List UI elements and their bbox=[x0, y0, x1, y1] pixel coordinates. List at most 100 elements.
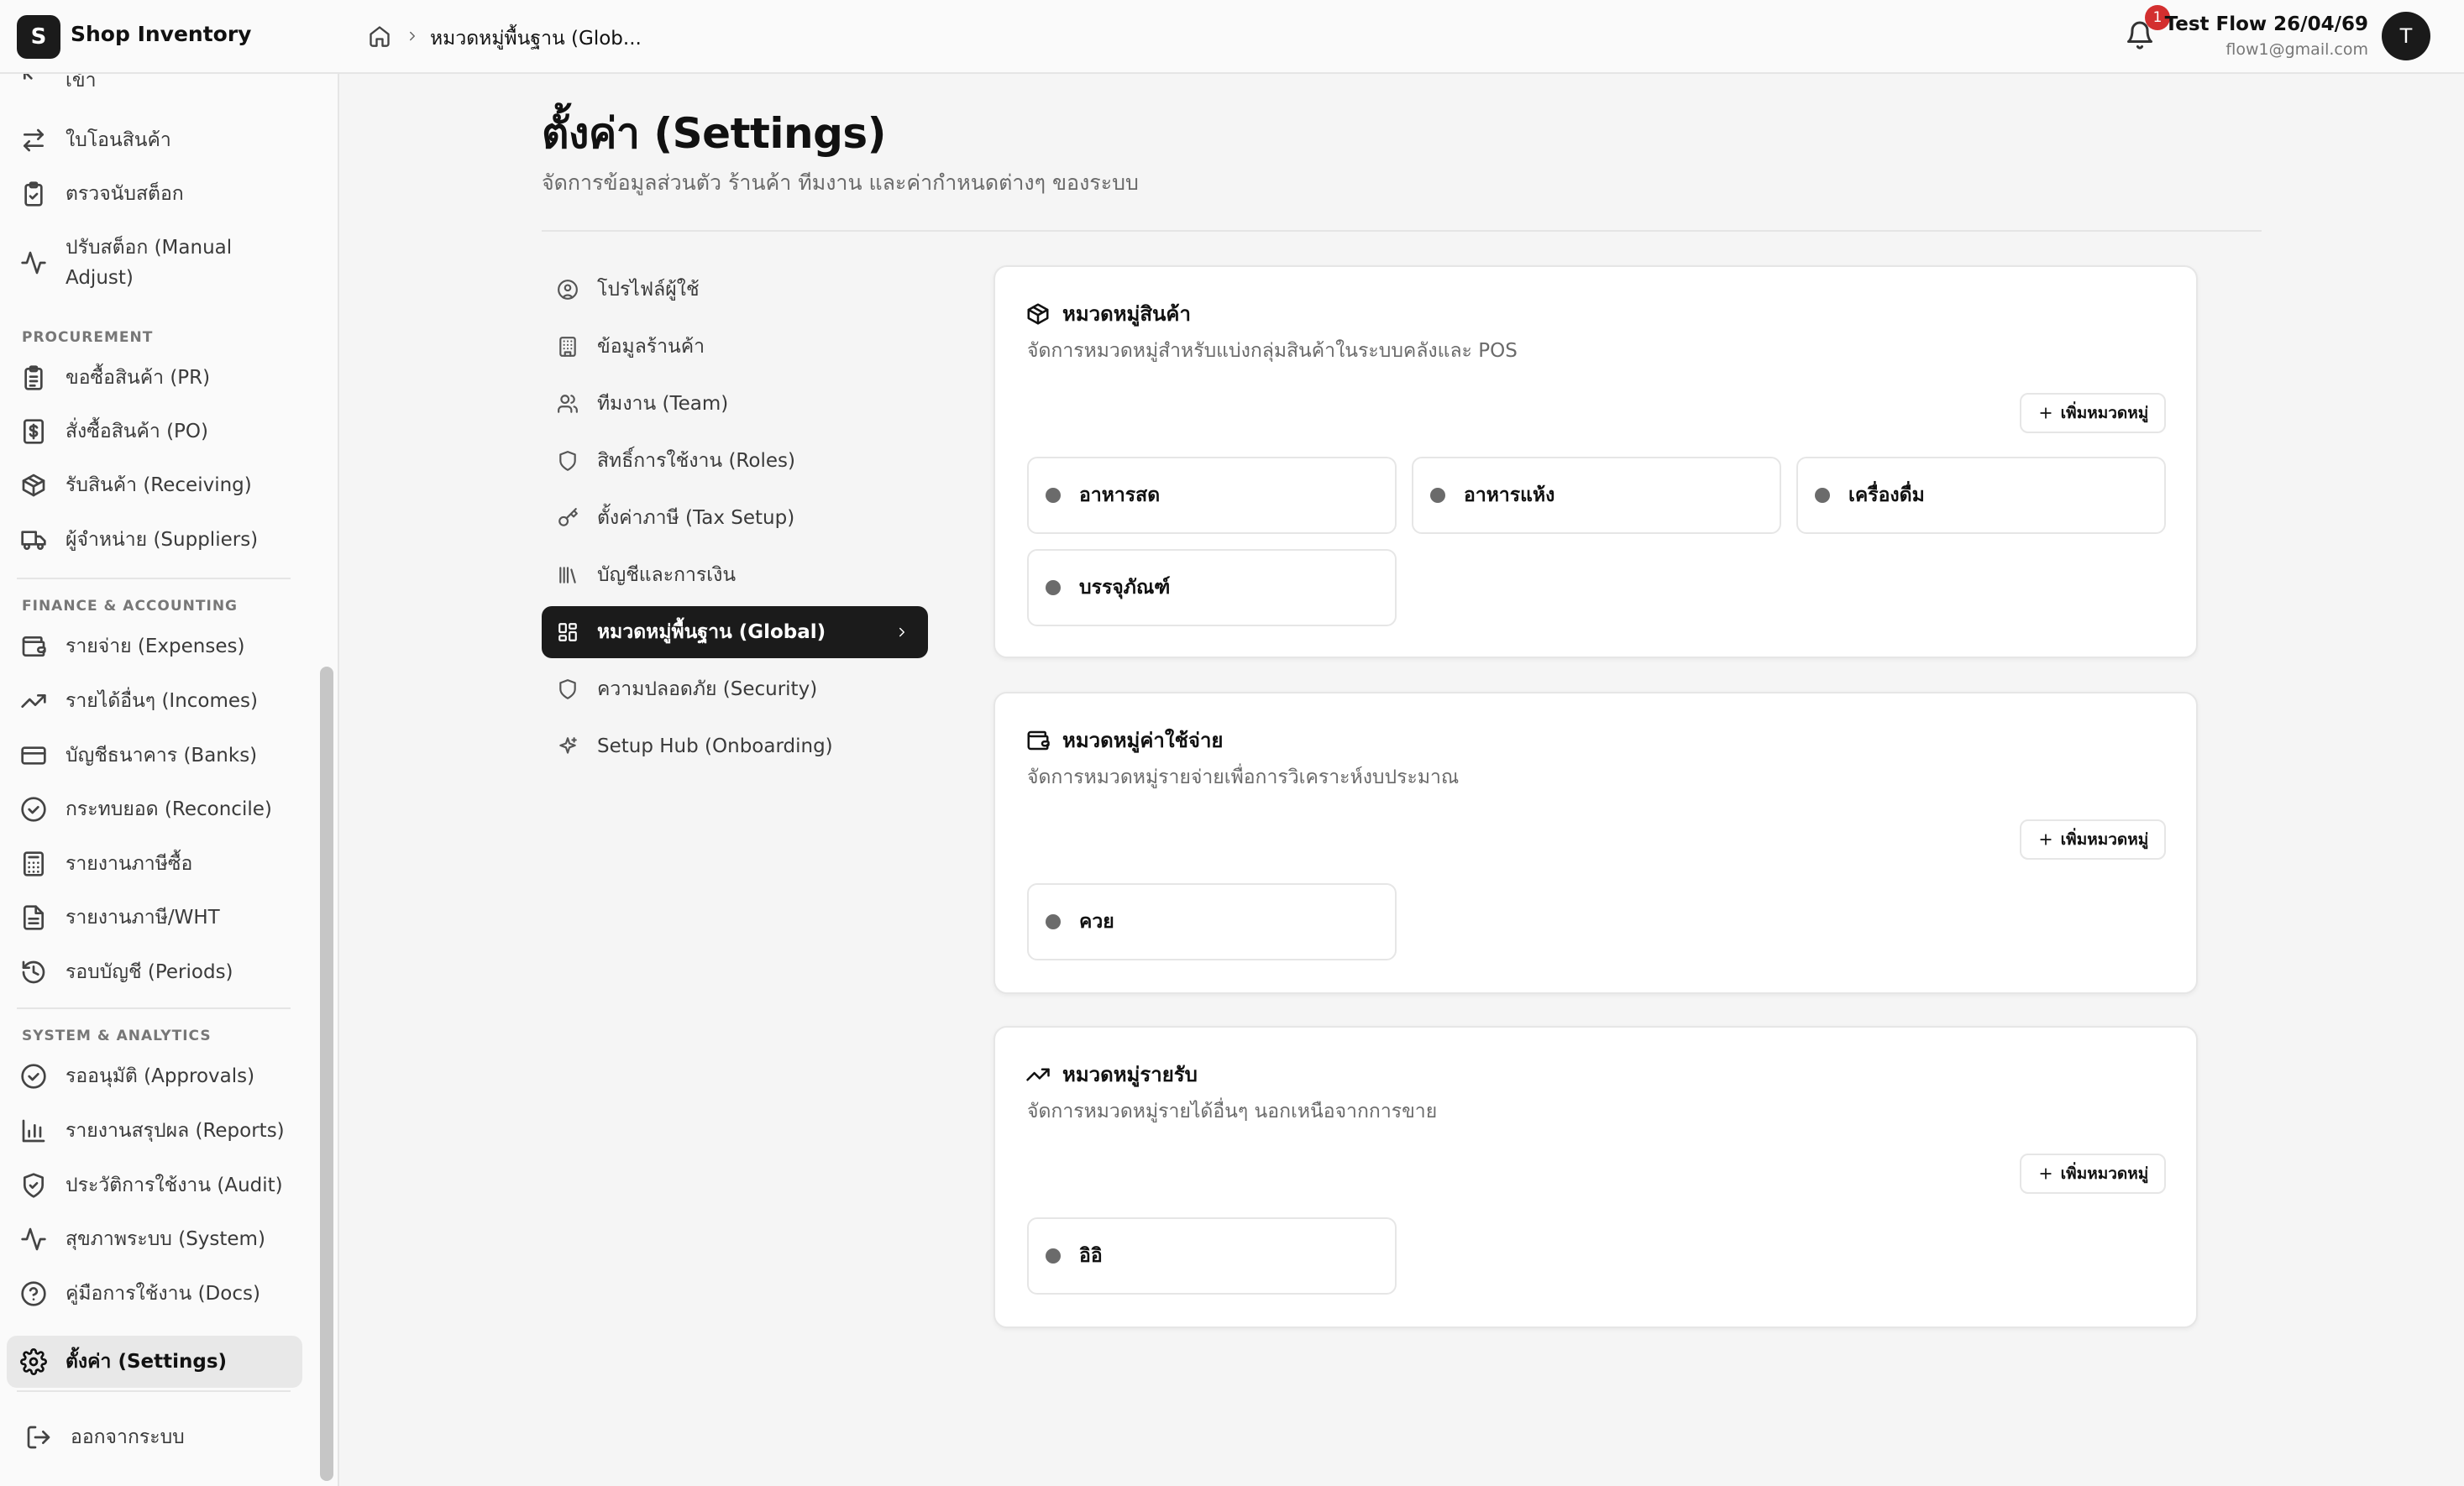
truck-icon bbox=[20, 526, 47, 553]
avatar[interactable]: T bbox=[2382, 12, 2430, 60]
sidebar-divider bbox=[17, 1390, 291, 1392]
bar-chart-icon bbox=[20, 1117, 47, 1144]
settings-nav-security[interactable]: ความปลอดภัย (Security) bbox=[542, 663, 928, 715]
logout-button[interactable]: ออกจากระบบ bbox=[7, 1422, 302, 1452]
credit-card-icon bbox=[20, 742, 47, 769]
sidebar-item-banks[interactable]: บัญชีธนาคาร (Banks) bbox=[7, 740, 302, 771]
settings-nav-roles[interactable]: สิทธิ์การใช้งาน (Roles) bbox=[542, 435, 928, 487]
brand-name: Shop Inventory bbox=[71, 22, 252, 46]
package-icon bbox=[20, 472, 47, 499]
user-email: flow1@gmail.com bbox=[2225, 40, 2368, 59]
sidebar-nav: เข้า ใบโอนสินค้า ตรวจนับสต็อก ปรับสต็อก … bbox=[0, 74, 315, 1486]
arrow-in-icon bbox=[20, 74, 47, 94]
chevron-right-icon bbox=[894, 625, 910, 640]
category-item[interactable]: อาหารสด bbox=[1027, 457, 1397, 534]
file-text-icon bbox=[20, 904, 47, 931]
users-icon bbox=[557, 393, 579, 415]
sidebar-item-approvals[interactable]: รออนุมัติ (Approvals) bbox=[7, 1061, 302, 1091]
brand: S Shop Inventory bbox=[0, 0, 339, 74]
card-description: จัดการหมวดหมู่รายจ่ายเพื่อการวิเคราะห์งบ… bbox=[1027, 767, 1460, 788]
sidebar-item-settings[interactable]: ตั้งค่า (Settings) bbox=[7, 1336, 302, 1388]
sidebar-item-wht[interactable]: รายงานภาษี/WHT bbox=[7, 903, 302, 933]
chevron-right-icon bbox=[405, 29, 420, 44]
category-item[interactable]: เครื่องดื่ม bbox=[1796, 457, 2166, 534]
sidebar-item-docs[interactable]: คู่มือการใช้งาน (Docs) bbox=[7, 1279, 302, 1309]
shield-icon bbox=[557, 678, 579, 700]
add-category-button[interactable]: เพิ่มหมวดหมู่ bbox=[2020, 393, 2166, 433]
category-item[interactable]: อาหารแห้ง bbox=[1412, 457, 1781, 534]
trending-up-icon bbox=[1025, 1062, 1051, 1087]
category-dot bbox=[1430, 488, 1445, 503]
category-item[interactable]: ควย bbox=[1027, 883, 1397, 960]
sidebar-scrollbar[interactable] bbox=[320, 667, 333, 1481]
sidebar-item-stock-in[interactable]: เข้า bbox=[7, 74, 302, 96]
page-description: จัดการข้อมูลส่วนตัว ร้านค้า ทีมงาน และค่… bbox=[542, 170, 1139, 195]
category-dot bbox=[1046, 914, 1061, 929]
card-income-categories: หมวดหมู่รายรับ จัดการหมวดหมู่รายได้อื่นๆ… bbox=[993, 1026, 2198, 1328]
card-description: จัดการหมวดหมู่รายได้อื่นๆ นอกเหนือจากการ… bbox=[1027, 1101, 1438, 1122]
settings-nav-global-categories[interactable]: หมวดหมู่พื้นฐาน (Global) bbox=[542, 606, 928, 658]
dollar-file-icon bbox=[20, 418, 47, 445]
home-icon[interactable] bbox=[368, 24, 391, 48]
section-finance: FINANCE & ACCOUNTING bbox=[22, 598, 238, 615]
sidebar-divider bbox=[17, 578, 291, 579]
settings-nav-setup-hub[interactable]: Setup Hub (Onboarding) bbox=[542, 720, 928, 772]
card-expense-categories: หมวดหมู่ค่าใช้จ่าย จัดการหมวดหมู่รายจ่าย… bbox=[993, 692, 2198, 994]
sidebar-item-audit[interactable]: ประวัติการใช้งาน (Audit) bbox=[7, 1170, 302, 1201]
add-category-button[interactable]: เพิ่มหมวดหมู่ bbox=[2020, 819, 2166, 860]
check-circle-icon bbox=[20, 796, 47, 823]
building-icon bbox=[557, 336, 579, 358]
card-title: หมวดหมู่ค่าใช้จ่าย bbox=[1062, 729, 1224, 752]
wallet-icon bbox=[1025, 728, 1051, 753]
history-icon bbox=[20, 959, 47, 986]
activity-icon bbox=[20, 249, 47, 276]
shield-icon bbox=[557, 450, 579, 472]
clipboard-check-icon bbox=[20, 181, 47, 207]
wallet-icon bbox=[20, 633, 47, 660]
plus-icon bbox=[2037, 1165, 2054, 1182]
trending-up-icon bbox=[20, 688, 47, 714]
category-dot bbox=[1046, 488, 1061, 503]
category-dot bbox=[1046, 1248, 1061, 1264]
user-circle-icon bbox=[557, 279, 579, 301]
user-name: Test Flow 26/04/69 bbox=[2164, 13, 2368, 35]
category-item[interactable]: บรรจุภัณฑ์ bbox=[1027, 549, 1397, 626]
plus-icon bbox=[2037, 405, 2054, 421]
breadcrumb-current: หมวดหมู่พื้นฐาน (Glob... bbox=[430, 28, 642, 50]
calculator-icon bbox=[20, 850, 47, 877]
sidebar-divider bbox=[17, 1007, 291, 1009]
plus-icon bbox=[2037, 831, 2054, 848]
sidebar-item-pr[interactable]: ขอซื้อสินค้า (PR) bbox=[7, 363, 302, 393]
settings-nav-finance[interactable]: บัญชีและการเงิน bbox=[542, 549, 928, 601]
sidebar-item-transfer[interactable]: ใบโอนสินค้า bbox=[7, 125, 302, 155]
clipboard-list-icon bbox=[20, 364, 47, 391]
sidebar: เข้า ใบโอนสินค้า ตรวจนับสต็อก ปรับสต็อก … bbox=[0, 0, 339, 1486]
sidebar-item-suppliers[interactable]: ผู้จำหน่าย (Suppliers) bbox=[7, 525, 302, 555]
sidebar-item-manual-adjust[interactable]: ปรับสต็อก (Manual Adjust) bbox=[7, 233, 302, 293]
sidebar-item-system[interactable]: สุขภาพระบบ (System) bbox=[7, 1224, 302, 1254]
settings-nav-tax[interactable]: ตั้งค่าภาษี (Tax Setup) bbox=[542, 492, 928, 544]
settings-nav-profile[interactable]: โปรไฟล์ผู้ใช้ bbox=[542, 264, 928, 316]
section-procurement: PROCUREMENT bbox=[22, 329, 154, 346]
logout-icon bbox=[25, 1424, 52, 1451]
card-product-categories: หมวดหมู่สินค้า จัดการหมวดหมู่สำหรับแบ่งก… bbox=[993, 265, 2198, 658]
settings-nav-team[interactable]: ทีมงาน (Team) bbox=[542, 378, 928, 430]
sidebar-item-stock-count[interactable]: ตรวจนับสต็อก bbox=[7, 179, 302, 209]
add-category-button[interactable]: เพิ่มหมวดหมู่ bbox=[2020, 1154, 2166, 1194]
sidebar-item-reconcile[interactable]: กระทบยอด (Reconcile) bbox=[7, 794, 302, 824]
shield-check-icon bbox=[20, 1172, 47, 1199]
settings-nav-store[interactable]: ข้อมูลร้านค้า bbox=[542, 321, 928, 373]
sidebar-item-receiving[interactable]: รับสินค้า (Receiving) bbox=[7, 470, 302, 500]
sidebar-item-expenses[interactable]: รายจ่าย (Expenses) bbox=[7, 631, 302, 662]
card-title: หมวดหมู่สินค้า bbox=[1062, 302, 1191, 326]
sidebar-item-reports[interactable]: รายงานสรุปผล (Reports) bbox=[7, 1116, 302, 1146]
sidebar-item-incomes[interactable]: รายได้อื่นๆ (Incomes) bbox=[7, 686, 302, 716]
category-dot bbox=[1815, 488, 1830, 503]
sidebar-item-periods[interactable]: รอบบัญชี (Periods) bbox=[7, 957, 302, 987]
category-dot bbox=[1046, 580, 1061, 595]
sidebar-item-po[interactable]: สั่งซื้อสินค้า (PO) bbox=[7, 416, 302, 447]
check-circle-icon bbox=[20, 1063, 47, 1090]
sidebar-item-purchase-tax[interactable]: รายงานภาษีซื้อ bbox=[7, 849, 302, 879]
library-icon bbox=[557, 564, 579, 586]
category-item[interactable]: อิอิ bbox=[1027, 1217, 1397, 1295]
